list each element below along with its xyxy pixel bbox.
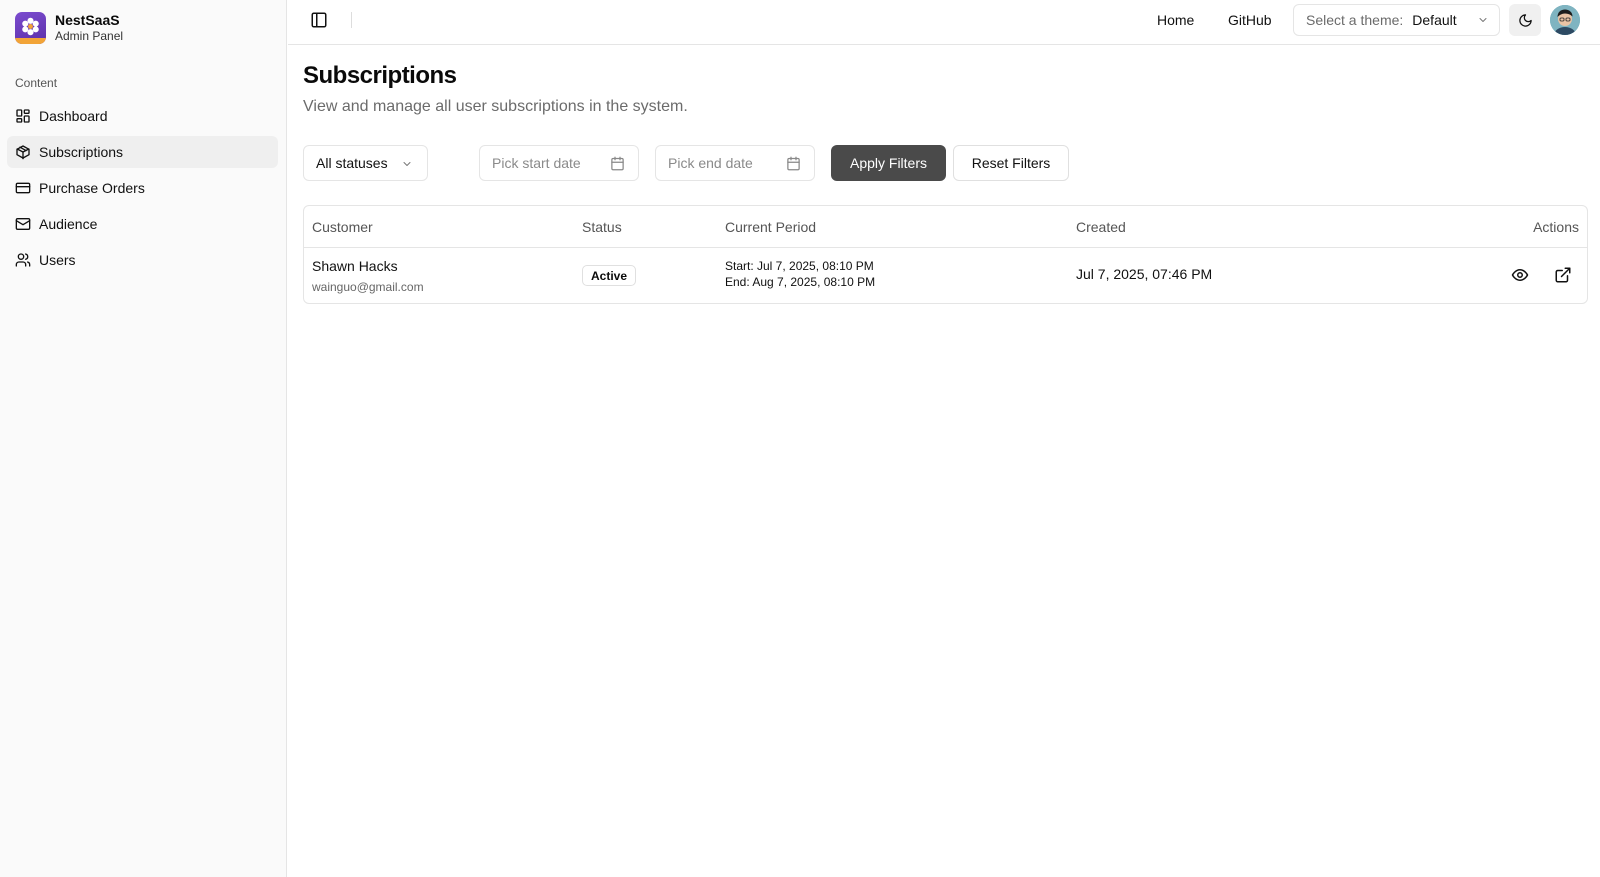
sidebar-item-users[interactable]: Users [7, 244, 278, 276]
mail-icon [15, 218, 31, 230]
status-filter-value: All statuses [316, 155, 388, 171]
reset-filters-button[interactable]: Reset Filters [953, 145, 1069, 181]
period-start: Start: Jul 7, 2025, 08:10 PM [725, 259, 874, 273]
external-link-icon[interactable] [1554, 266, 1572, 284]
created-date: Jul 7, 2025, 07:46 PM [1076, 266, 1213, 282]
sidebar-section-label: Content [15, 76, 58, 90]
status-filter-select[interactable]: All statuses [303, 145, 428, 181]
view-eye-icon[interactable] [1511, 266, 1529, 284]
sidebar-item-label: Dashboard [39, 108, 108, 124]
credit-card-icon [15, 182, 31, 194]
brand[interactable]: NestSaaS Admin Panel [15, 12, 123, 44]
sidebar-item-subscriptions[interactable]: Subscriptions [7, 136, 278, 168]
apply-filters-button[interactable]: Apply Filters [831, 145, 946, 181]
table-divider [304, 247, 1587, 248]
top-header: Home GitHub Select a theme: Default [288, 0, 1600, 45]
sidebar-item-purchase-orders[interactable]: Purchase Orders [7, 172, 278, 204]
sidebar-item-audience[interactable]: Audience [7, 208, 278, 240]
sidebar: NestSaaS Admin Panel Content Dashboard S… [0, 0, 287, 877]
brand-subtitle: Admin Panel [55, 29, 124, 43]
theme-select-value: Default [1412, 12, 1457, 28]
sidebar-item-dashboard[interactable]: Dashboard [7, 100, 278, 132]
sidebar-toggle-icon[interactable] [310, 11, 328, 29]
period-end: End: Aug 7, 2025, 08:10 PM [725, 275, 876, 289]
package-icon [16, 145, 30, 160]
page-description: View and manage all user subscriptions i… [303, 98, 688, 115]
sidebar-item-label: Audience [39, 216, 98, 232]
column-header-status: Status [582, 219, 622, 235]
column-header-current-period: Current Period [725, 219, 817, 235]
chevron-down-icon [1479, 18, 1487, 22]
end-date-picker[interactable]: Pick end date [655, 145, 815, 181]
sidebar-item-label: Subscriptions [39, 144, 124, 160]
home-link[interactable]: Home [1157, 12, 1194, 28]
brand-name: NestSaaS [55, 12, 120, 28]
start-date-placeholder: Pick start date [492, 155, 581, 171]
sidebar-nav: Dashboard Subscriptions Purchase Orders … [7, 100, 278, 280]
header-divider [351, 12, 352, 28]
calendar-icon [611, 156, 624, 171]
dark-mode-button[interactable] [1509, 4, 1541, 36]
nestsaas-logo [15, 12, 46, 44]
sidebar-item-label: Purchase Orders [39, 180, 145, 196]
calendar-icon [787, 156, 800, 171]
avatar[interactable] [1550, 5, 1580, 35]
column-header-created: Created [1076, 219, 1126, 235]
page-title: Subscriptions [303, 62, 457, 89]
start-date-picker[interactable]: Pick start date [479, 145, 639, 181]
moon-icon [1518, 13, 1532, 27]
theme-select[interactable]: Select a theme: Default [1293, 4, 1500, 36]
users-icon [15, 253, 31, 267]
column-header-customer: Customer [312, 219, 373, 235]
customer-email: wainguo@gmail.com [312, 280, 424, 294]
dashboard-icon [16, 109, 30, 123]
column-header-actions: Actions [1533, 219, 1579, 235]
end-date-placeholder: Pick end date [668, 155, 753, 171]
customer-name: Shawn Hacks [312, 258, 398, 274]
status-badge: Active [582, 265, 637, 286]
sidebar-item-label: Users [39, 252, 76, 268]
chevron-down-icon [403, 162, 411, 166]
subscriptions-table: Customer Status Current Period Created A… [303, 205, 1588, 304]
github-link[interactable]: GitHub [1228, 12, 1272, 28]
theme-select-label: Select a theme: [1306, 12, 1404, 28]
